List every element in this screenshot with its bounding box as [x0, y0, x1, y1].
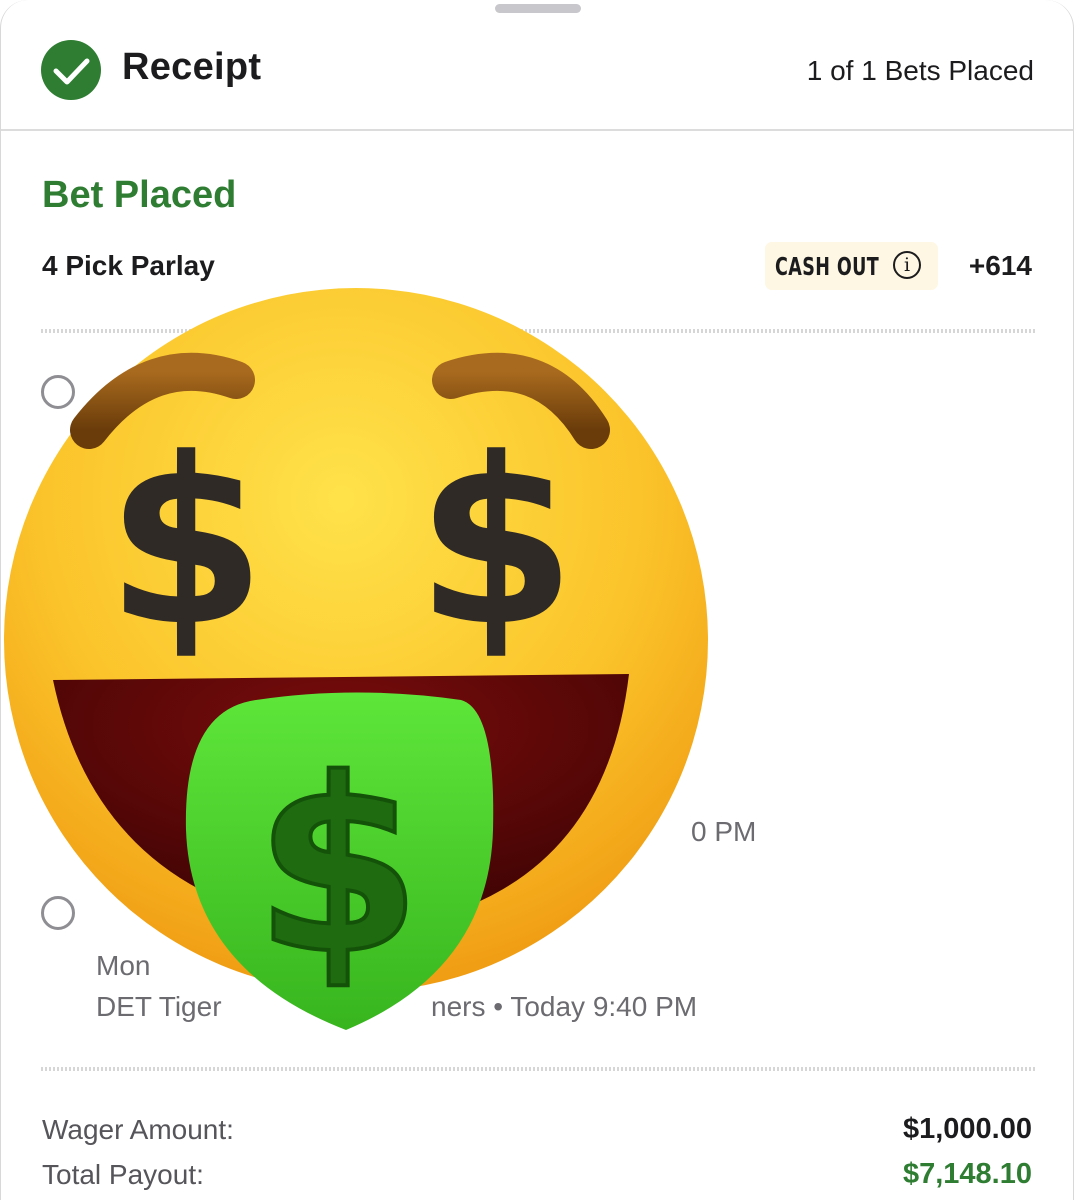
- svg-text:$: $: [106, 410, 266, 677]
- wager-label: Wager Amount:: [42, 1114, 234, 1145]
- svg-text:$: $: [255, 727, 422, 1007]
- receipt-header: Receipt 1 of 1 Bets Placed: [1, 0, 1073, 131]
- page-title: Receipt: [122, 46, 262, 88]
- bet-status: Bet Placed: [42, 174, 237, 216]
- bets-placed-count: 1 of 1 Bets Placed: [806, 55, 1034, 86]
- receipt-sheet: Receipt 1 of 1 Bets Placed Bet Placed 4 …: [0, 0, 1074, 1200]
- wager-value: $1,000.00: [902, 1113, 1032, 1145]
- money-mouth-face-emoji-icon: $ $ $: [4, 288, 708, 1030]
- payout-label: Total Payout:: [42, 1159, 204, 1190]
- bet-odds: +614: [968, 250, 1032, 281]
- info-icon[interactable]: i: [893, 251, 921, 279]
- svg-text:$: $: [416, 410, 576, 677]
- cash-out-label: CASH OUT: [775, 252, 880, 281]
- checkmark-icon: [41, 40, 101, 100]
- cash-out-button[interactable]: CASH OUT i: [765, 242, 938, 290]
- divider: [41, 1067, 1036, 1071]
- payout-value: $7,148.10: [902, 1158, 1032, 1190]
